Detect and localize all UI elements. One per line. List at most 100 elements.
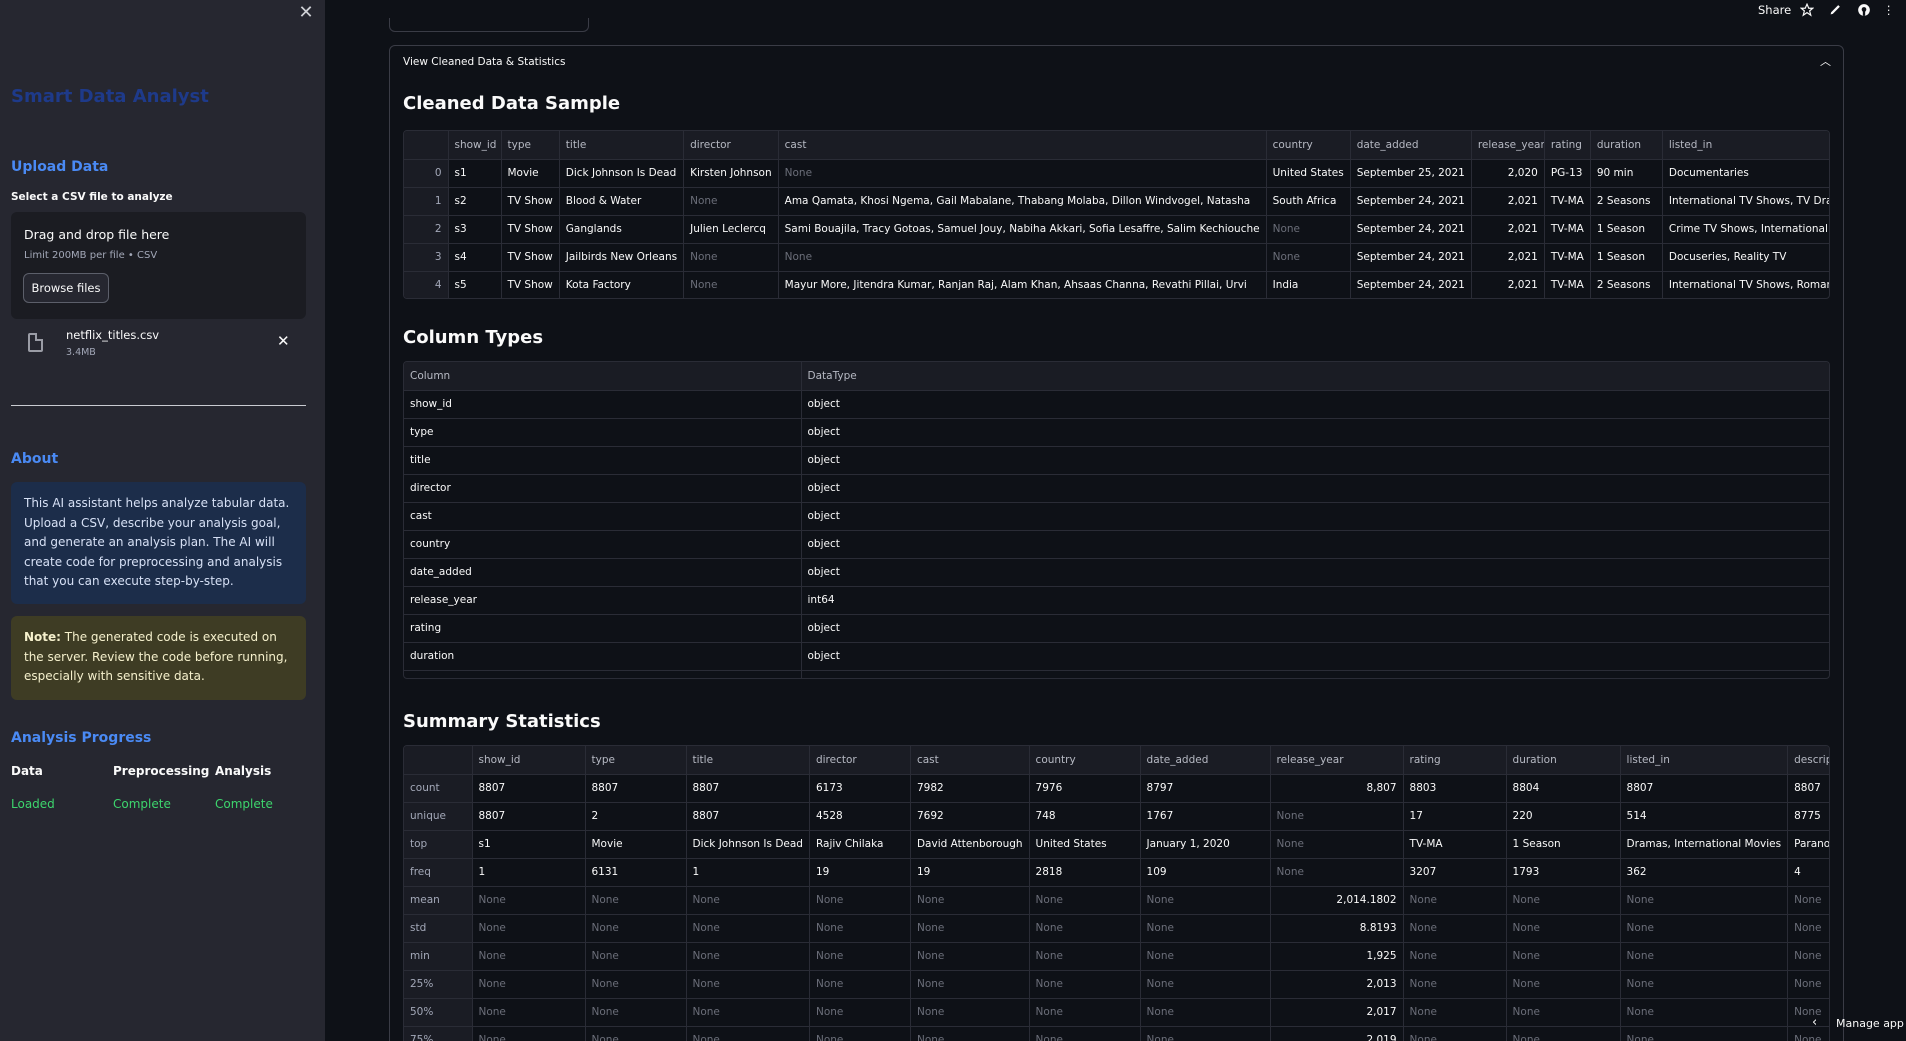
share-button[interactable]: Share xyxy=(1758,3,1791,17)
table-row: release_year int64 xyxy=(404,586,1829,615)
column-header[interactable]: rating xyxy=(1544,131,1591,160)
star-icon[interactable] xyxy=(1799,2,1815,20)
column-header[interactable]: title xyxy=(686,746,810,775)
table-cell: None xyxy=(686,942,810,971)
column-header[interactable]: release_year xyxy=(1270,746,1404,775)
table-cell: None xyxy=(1140,942,1271,971)
column-header[interactable]: DataType xyxy=(801,362,1829,391)
table-cell: None xyxy=(686,998,810,1027)
column-header[interactable]: Column xyxy=(404,362,802,391)
table-cell: 2,021 xyxy=(1471,187,1545,216)
summary-stats-table[interactable]: show_id type title director cast country date_… xyxy=(403,745,1830,1041)
table-cell: 3 xyxy=(404,243,449,272)
table-cell: None xyxy=(472,998,586,1027)
table-row: 0 s1 Movie Dick Johnson Is Dead Kirsten John… xyxy=(404,159,1829,188)
sidebar-close-icon[interactable]: ✕ xyxy=(296,3,316,23)
column-header[interactable]: director xyxy=(683,131,779,160)
manage-app-button[interactable]: Manage app xyxy=(1836,1017,1904,1030)
remove-file-icon[interactable]: ✕ xyxy=(277,332,290,350)
column-header[interactable]: cast xyxy=(778,131,1267,160)
table-cell: None xyxy=(809,970,911,999)
column-header[interactable]: country xyxy=(1266,131,1351,160)
expander-label[interactable]: View Cleaned Data & Statistics xyxy=(403,56,565,68)
table-cell: unique xyxy=(404,802,473,831)
table-cell: 109 xyxy=(1140,858,1271,887)
table-cell: min xyxy=(404,942,473,971)
column-header[interactable]: title xyxy=(559,131,685,160)
column-header[interactable]: listed_in xyxy=(1662,131,1829,160)
table-cell: None xyxy=(1029,886,1141,915)
progress-label-preprocessing: Preprocessing xyxy=(113,764,210,778)
column-header[interactable] xyxy=(404,746,473,775)
table-cell: United States xyxy=(1266,159,1351,188)
table-cell: 4528 xyxy=(809,802,911,831)
table-cell: None xyxy=(585,942,687,971)
table-cell: int64 xyxy=(801,586,1829,615)
table-cell: 1 Season xyxy=(1506,830,1621,859)
column-header[interactable]: cast xyxy=(910,746,1030,775)
table-cell: None xyxy=(778,159,1267,188)
table-cell: cast xyxy=(404,502,802,531)
table-cell: std xyxy=(404,914,473,943)
table-cell: Movie xyxy=(501,159,560,188)
column-types-table[interactable]: Column DataType show_id object type object tit… xyxy=(403,361,1830,679)
column-header[interactable]: date_added xyxy=(1350,131,1472,160)
dropzone-limit: Limit 200MB per file • CSV xyxy=(24,250,158,261)
column-header[interactable]: rating xyxy=(1403,746,1507,775)
table-cell: Kota Factory xyxy=(559,271,685,298)
table-cell: object xyxy=(801,530,1829,559)
upload-label: Select a CSV file to analyze xyxy=(11,191,173,203)
github-icon[interactable] xyxy=(1857,3,1871,20)
table-cell: None xyxy=(1403,970,1507,999)
table-cell: 2,020 xyxy=(1471,159,1545,188)
table-cell: None xyxy=(585,914,687,943)
table-cell: TV-MA xyxy=(1544,243,1591,272)
column-header[interactable]: show_id xyxy=(472,746,586,775)
file-dropzone[interactable]: Drag and drop file here Limit 200MB per … xyxy=(11,212,306,319)
column-header[interactable]: listed_in xyxy=(1620,746,1789,775)
chevron-left-icon[interactable]: ‹ xyxy=(1812,1015,1817,1030)
table-cell: Blood & Water xyxy=(559,187,685,216)
table-cell: 1,925 xyxy=(1270,942,1404,971)
column-header[interactable]: date_added xyxy=(1140,746,1271,775)
chevron-up-icon[interactable]: ︿ xyxy=(1820,53,1831,69)
table-cell: 220 xyxy=(1506,802,1621,831)
table-cell: None xyxy=(910,998,1030,1027)
column-header[interactable]: show_id xyxy=(448,131,502,160)
column-header[interactable]: type xyxy=(501,131,560,160)
column-header[interactable] xyxy=(404,131,449,160)
table-cell: None xyxy=(1506,1026,1621,1041)
table-cell: None xyxy=(1266,243,1351,272)
more-vertical-icon[interactable]: ⋮ xyxy=(1883,3,1895,17)
cleaned-data-table[interactable]: show_id type title director cast country date_… xyxy=(403,130,1830,299)
table-cell: release_year xyxy=(404,586,802,615)
table-cell: object xyxy=(801,642,1829,671)
column-header[interactable]: director xyxy=(809,746,911,775)
table-cell: Mayur More, Jitendra Kumar, Ranjan Raj, … xyxy=(778,271,1267,298)
column-header[interactable]: release_year xyxy=(1471,131,1545,160)
cleaned-data-expander: View Cleaned Data & Statistics ︿ Cleaned… xyxy=(389,45,1844,1041)
column-header[interactable]: duration xyxy=(1590,131,1663,160)
table-cell: Kirsten Johnson xyxy=(683,159,779,188)
table-cell: object xyxy=(801,390,1829,419)
table-cell: None xyxy=(1403,1026,1507,1041)
table-cell: None xyxy=(1140,998,1271,1027)
table-cell: September 24, 2021 xyxy=(1350,187,1472,216)
table-cell: None xyxy=(686,1026,810,1041)
progress-label-analysis: Analysis xyxy=(215,764,272,778)
column-header[interactable]: type xyxy=(585,746,687,775)
table-cell: None xyxy=(1140,970,1271,999)
edit-icon[interactable] xyxy=(1829,3,1842,19)
table-cell: s2 xyxy=(448,187,502,216)
table-cell: None xyxy=(1403,914,1507,943)
table-cell: Crime TV Shows, International TV Shows, … xyxy=(1662,215,1829,244)
table-cell: September 25, 2021 xyxy=(1350,159,1472,188)
column-header[interactable]: country xyxy=(1029,746,1141,775)
table-cell: 7976 xyxy=(1029,774,1141,803)
column-header[interactable]: duration xyxy=(1506,746,1621,775)
table-cell: David Attenborough xyxy=(910,830,1030,859)
table-cell: 3207 xyxy=(1403,858,1507,887)
browse-files-button[interactable]: Browse files xyxy=(23,273,109,303)
table-cell: object xyxy=(801,558,1829,587)
column-header[interactable]: description xyxy=(1787,746,1829,775)
